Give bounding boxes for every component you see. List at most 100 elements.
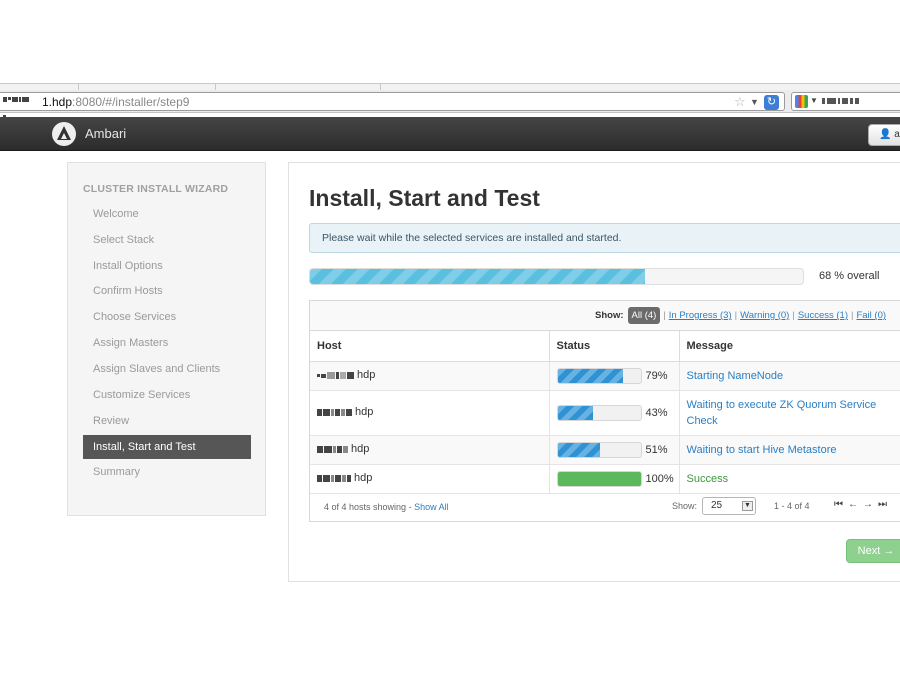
host-suffix: hdp: [357, 369, 376, 382]
host-cell: hdp: [310, 435, 549, 465]
wizard-step-install-options[interactable]: Install Options: [83, 254, 251, 278]
table-header-row: Host Status Message: [310, 331, 900, 362]
table-footer: 4 of 4 hosts showing - Show All Show: 25…: [310, 493, 900, 522]
host-progress-fill: [557, 405, 594, 420]
host-progress-bar[interactable]: [556, 367, 642, 384]
app-header: Ambari 👤 ad: [0, 117, 900, 151]
wizard-title: CLUSTER INSTALL WIZARD: [83, 183, 229, 195]
brand-name[interactable]: Ambari: [85, 126, 126, 141]
user-menu-button[interactable]: 👤 ad: [868, 124, 900, 146]
host-name-redacted: [317, 444, 349, 456]
filter-in-progress[interactable]: In Progress (3): [669, 310, 732, 321]
page-title: Install, Start and Test: [309, 185, 540, 211]
next-page-icon[interactable]: →: [863, 499, 878, 510]
status-cell[interactable]: 79%: [548, 361, 679, 391]
status-cell[interactable]: 51%: [548, 435, 679, 465]
user-icon: 👤: [879, 129, 892, 140]
status-cell[interactable]: 100%: [548, 464, 679, 494]
table-row: hdp 51% Waiting to start Hive Metastore: [310, 435, 900, 465]
overall-progress-bar: [309, 268, 804, 285]
host-name-redacted: [317, 370, 355, 382]
host-suffix: hdp: [351, 443, 370, 456]
hosts-showing-text: 4 of 4 hosts showing - Show All: [324, 502, 449, 512]
table-row: hdp 100% Success: [310, 464, 900, 494]
host-progress-percent: 79%: [645, 369, 668, 382]
overall-suffix: % overall: [834, 270, 880, 282]
page-size-select[interactable]: 25 ▼: [702, 497, 756, 515]
host-progress-percent: 43%: [645, 406, 668, 419]
user-button-label: ad: [894, 129, 900, 140]
hosts-count: 4 of 4 hosts showing: [324, 502, 407, 512]
page-range: 1 - 4 of 4: [774, 501, 810, 511]
select-caret-icon: ▼: [742, 501, 753, 511]
overall-progress-fill: [310, 269, 646, 284]
overall-percent: 68: [819, 270, 832, 282]
filter-success[interactable]: Success (1): [798, 310, 848, 321]
host-cell: hdp: [310, 361, 549, 391]
wizard-step-summary[interactable]: Summary: [83, 460, 251, 484]
hosts-table-box: Show: All (4) | In Progress (3) | Warning (0)…: [309, 300, 900, 522]
host-progress-percent: 51%: [645, 443, 668, 456]
show-all-link[interactable]: Show All: [414, 502, 449, 512]
wizard-step-choose-services[interactable]: Choose Services: [83, 305, 251, 329]
prev-page-icon[interactable]: ←: [848, 499, 863, 510]
wizard-step-confirm-hosts[interactable]: Confirm Hosts: [83, 279, 251, 303]
host-progress-bar[interactable]: [556, 441, 642, 458]
url-dropdown-icon[interactable]: ▼: [750, 96, 759, 108]
status-filter-bar: Show: All (4) | In Progress (3) | Warning (0)…: [310, 301, 900, 331]
wizard-sidebar: CLUSTER INSTALL WIZARD Welcome Select St…: [67, 162, 266, 516]
host-cell: hdp: [310, 464, 549, 494]
wizard-step-review[interactable]: Review: [83, 409, 251, 433]
first-page-icon[interactable]: ⏮: [834, 499, 848, 510]
hosts-table: Host Status Message hdp 79% Starting Nam…: [310, 331, 900, 494]
filter-fail[interactable]: Fail (0): [856, 310, 886, 321]
host-progress-fill: [557, 368, 624, 383]
host-name-redacted: [317, 407, 353, 419]
host-name-redacted: [317, 473, 352, 485]
host-progress-bar[interactable]: [556, 470, 642, 487]
wizard-step-welcome[interactable]: Welcome: [83, 202, 251, 226]
host-message-success[interactable]: Success: [678, 464, 900, 494]
wizard-step-install-start-test[interactable]: Install, Start and Test: [83, 435, 251, 459]
host-progress-fill: [557, 471, 641, 486]
host-suffix: hdp: [355, 406, 374, 419]
page-size-label: Show:: [672, 501, 698, 511]
filter-show-label: Show:: [595, 310, 624, 321]
host-progress-bar[interactable]: [556, 404, 642, 421]
search-engine-caret-icon[interactable]: ▼: [810, 96, 818, 105]
address-bar[interactable]: 1.hdp:8080/#/installer/step9 ☆ ▼ ↻: [0, 92, 785, 118]
browser-toolbar: 1.hdp:8080/#/installer/step9 ☆ ▼ ↻ ▼: [0, 90, 900, 118]
host-cell: hdp: [310, 390, 549, 436]
wizard-step-assign-slaves[interactable]: Assign Slaves and Clients: [83, 357, 251, 381]
wizard-step-select-stack[interactable]: Select Stack: [83, 228, 251, 252]
column-host[interactable]: Host: [310, 331, 549, 362]
page-size-value: 25: [711, 500, 723, 511]
filter-warning[interactable]: Warning (0): [740, 310, 789, 321]
status-cell[interactable]: 43%: [548, 390, 679, 436]
search-redacted: [822, 98, 861, 116]
column-message[interactable]: Message: [678, 331, 900, 362]
main-panel: Install, Start and Test Please wait whil…: [288, 162, 900, 582]
host-message-link[interactable]: Waiting to execute ZK Quorum Service Che…: [678, 390, 900, 436]
wizard-step-assign-masters[interactable]: Assign Masters: [83, 331, 251, 355]
overall-progress-label: 68% overall: [819, 270, 880, 282]
column-status[interactable]: Status: [548, 331, 679, 362]
host-progress-fill: [557, 442, 600, 457]
star-icon[interactable]: ☆: [734, 94, 746, 110]
pager: ⏮←→⏭: [834, 499, 892, 510]
host-message-link[interactable]: Waiting to start Hive Metastore: [678, 435, 900, 465]
info-alert: Please wait while the selected services …: [309, 223, 900, 253]
url-text: 1.hdp:8080/#/installer/step9: [42, 96, 189, 109]
reload-icon[interactable]: ↻: [764, 95, 779, 110]
wizard-step-customize-services[interactable]: Customize Services: [83, 383, 251, 407]
search-bar[interactable]: ▼: [791, 92, 900, 111]
url-redacted: [3, 97, 33, 118]
hosts-dash: -: [408, 502, 412, 512]
filter-all[interactable]: All (4): [627, 307, 661, 324]
table-row: hdp 43% Waiting to execute ZK Quorum Ser…: [310, 390, 900, 436]
next-button[interactable]: Next →: [846, 539, 900, 563]
last-page-icon[interactable]: ⏭: [878, 499, 892, 510]
ambari-logo-icon[interactable]: [52, 122, 76, 146]
table-row: hdp 79% Starting NameNode: [310, 361, 900, 391]
host-message-link[interactable]: Starting NameNode: [678, 361, 900, 391]
